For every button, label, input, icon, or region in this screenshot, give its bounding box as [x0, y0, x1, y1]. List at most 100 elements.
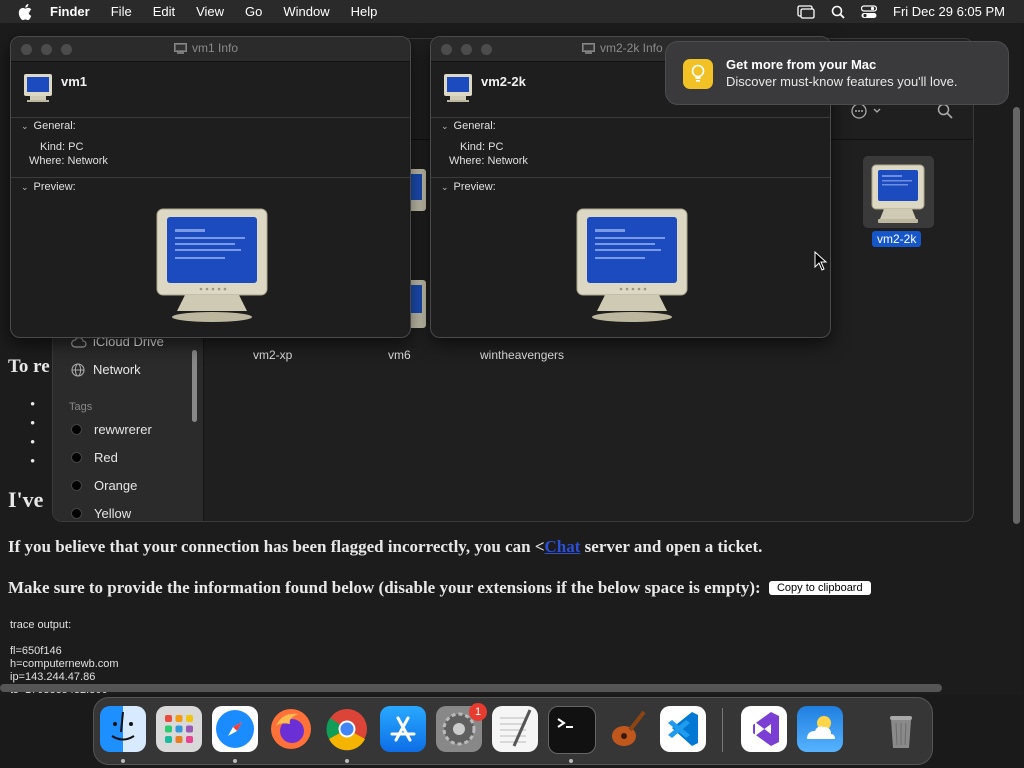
copy-to-clipboard-button[interactable]: Copy to clipboard — [768, 581, 871, 595]
info-item-name: vm1 — [61, 74, 88, 89]
mouse-cursor-icon — [814, 251, 828, 271]
menu-bar: Finder File Edit View Go Window Help Fri… — [0, 0, 1024, 23]
trace-line: fl=650f146 — [10, 645, 62, 657]
general-section-toggle[interactable]: ⌄ General: — [441, 120, 496, 132]
file-label-wintheavengers[interactable]: wintheavengers — [480, 348, 564, 362]
menu-help[interactable]: Help — [351, 4, 378, 19]
notification-badge: 1 — [469, 703, 487, 721]
menu-file[interactable]: File — [111, 4, 132, 19]
para1-suffix: server and open a ticket. — [580, 537, 763, 556]
menu-window[interactable]: Window — [283, 4, 329, 19]
close-button[interactable] — [21, 44, 32, 55]
divider — [431, 117, 830, 118]
notification-banner[interactable]: Get more from your Mac Discover must-kno… — [665, 41, 1009, 105]
file-label-vm2-xp[interactable]: vm2-xp — [253, 348, 292, 362]
textedit-icon[interactable] — [492, 706, 538, 752]
close-button[interactable] — [441, 44, 452, 55]
divider — [11, 117, 410, 118]
finder-icon[interactable] — [100, 706, 146, 752]
bullet-marker: • — [30, 454, 36, 470]
menu-clock[interactable]: Fri Dec 29 6:05 PM — [893, 4, 1005, 19]
kind-value: PC — [488, 141, 504, 153]
info-title-text: vm1 Info — [192, 41, 239, 55]
app-store-icon[interactable] — [380, 706, 426, 752]
sidebar-tag-rewwrerer[interactable]: rewwrerer — [71, 422, 152, 437]
menu-app-finder[interactable]: Finder — [50, 4, 90, 19]
kind-value: PC — [68, 141, 84, 153]
trash-icon[interactable] — [878, 706, 924, 752]
zoom-button[interactable] — [61, 44, 72, 55]
running-indicator — [233, 759, 237, 763]
safari-icon[interactable] — [212, 706, 258, 752]
preview-section-toggle[interactable]: ⌄ Preview: — [441, 181, 496, 193]
zoom-button[interactable] — [481, 44, 492, 55]
info-titlebar[interactable]: vm1 Info — [11, 37, 410, 62]
where-value: Network — [487, 155, 528, 167]
trace-line: h=computernewb.com — [10, 658, 119, 670]
divider — [431, 177, 830, 178]
info-item-name: vm2-2k — [481, 74, 526, 89]
screen-mirroring-icon[interactable] — [797, 4, 815, 19]
pc-title-icon — [174, 42, 187, 54]
terminal-icon[interactable] — [548, 706, 596, 754]
sidebar-scrollbar[interactable] — [192, 350, 197, 422]
section-label: General: — [453, 120, 496, 132]
minimize-button[interactable] — [41, 44, 52, 55]
where-row: Where: Network — [449, 155, 528, 167]
launchpad-icon[interactable] — [156, 706, 202, 752]
horizontal-scrollbar[interactable] — [0, 684, 942, 692]
sidebar-item-network[interactable]: Network — [71, 362, 141, 377]
kind-row: Kind: PC — [460, 141, 503, 153]
sidebar-item-label: rewwrerer — [94, 422, 152, 437]
running-indicator — [345, 759, 349, 763]
trace-label: trace output: — [10, 619, 72, 631]
chevron-down-icon: ⌄ — [21, 181, 29, 192]
vscode-icon[interactable] — [660, 706, 706, 752]
sidebar-item-label: Orange — [94, 478, 138, 493]
sidebar-tag-yellow[interactable]: Yellow — [71, 506, 131, 521]
weather-icon[interactable] — [797, 706, 843, 752]
menu-go[interactable]: Go — [245, 4, 262, 19]
general-section-toggle[interactable]: ⌄ General: — [21, 120, 76, 132]
kind-row: Kind: PC — [40, 141, 83, 153]
where-label: Where: — [449, 155, 485, 167]
menu-edit[interactable]: Edit — [153, 4, 175, 19]
selected-file-label[interactable]: vm2-2k — [872, 231, 922, 247]
notification-title: Get more from your Mac — [726, 57, 877, 72]
bullet-marker: • — [30, 397, 36, 413]
sidebar-tag-orange[interactable]: Orange — [71, 478, 137, 493]
spotlight-search-icon[interactable] — [831, 5, 845, 19]
garageband-icon[interactable] — [604, 706, 650, 752]
tag-dot-icon — [71, 452, 82, 463]
action-menu-icon[interactable] — [851, 103, 885, 119]
tag-dot-icon — [71, 508, 82, 519]
pc-icon — [24, 74, 52, 102]
chat-link[interactable]: Chat — [545, 537, 581, 556]
apple-menu-icon[interactable] — [18, 3, 32, 20]
preview-section-toggle[interactable]: ⌄ Preview: — [21, 181, 76, 193]
where-value: Network — [67, 155, 108, 167]
kind-label: Kind: — [460, 141, 486, 153]
chrome-icon[interactable] — [324, 706, 370, 752]
file-label-vm6[interactable]: vm6 — [388, 348, 411, 362]
sidebar-tag-red[interactable]: Red — [71, 450, 118, 465]
pc-file-icon[interactable] — [868, 163, 928, 225]
pc-preview-image — [576, 208, 688, 322]
firefox-icon[interactable] — [268, 706, 314, 752]
info-window-title: vm1 Info — [174, 41, 238, 55]
sidebar-item-label: Network — [93, 362, 141, 377]
search-icon[interactable] — [937, 103, 953, 119]
notification-body: Discover must-know features you'll love. — [726, 74, 958, 89]
minimize-button[interactable] — [461, 44, 472, 55]
tag-dot-icon — [71, 424, 82, 435]
window-controls — [441, 44, 501, 55]
chevron-down-icon: ⌄ — [21, 120, 29, 131]
info-window-title: vm2-2k Info — [582, 41, 663, 55]
page-heading2-partial: I've — [8, 487, 44, 512]
menu-view[interactable]: View — [196, 4, 224, 19]
vertical-scrollbar[interactable] — [1013, 107, 1020, 524]
sidebar-item-label: Yellow — [94, 506, 132, 521]
control-center-icon[interactable] — [861, 4, 877, 19]
visual-studio-icon[interactable] — [741, 706, 787, 752]
pc-title-icon — [582, 42, 595, 54]
